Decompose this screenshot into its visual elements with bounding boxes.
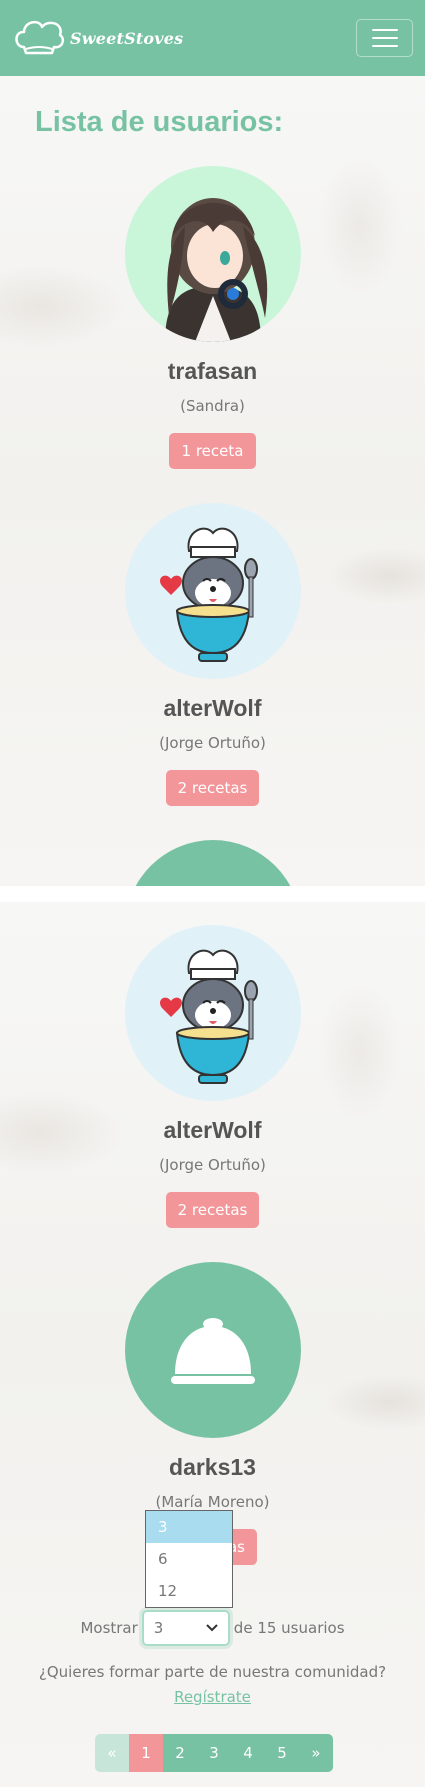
dropdown-option[interactable]: 12	[146, 1575, 232, 1607]
chevron-down-icon	[206, 1624, 218, 1632]
username: alterWolf	[163, 1117, 262, 1143]
page-size-selected: 3	[153, 1619, 164, 1637]
pagination-page-4[interactable]: 4	[231, 1734, 265, 1772]
real-name: (Jorge Ortuño)	[159, 734, 266, 752]
user-card: alterWolf (Jorge Ortuño) 2 recetas	[0, 925, 425, 1228]
page-size-row: Mostrar 3 de 15 usuarios	[0, 1610, 425, 1646]
navbar: SweetStoves	[0, 0, 425, 76]
dropdown-option[interactable]: 6	[146, 1543, 232, 1575]
user-card: alterWolf (Jorge Ortuño) 2 recetas	[0, 503, 425, 806]
hamburger-icon-line	[371, 45, 398, 47]
food-cloche-icon	[170, 1318, 255, 1384]
username: trafasan	[167, 358, 258, 384]
pagination-next-button[interactable]: »	[299, 1734, 333, 1772]
pagination-page-3[interactable]: 3	[197, 1734, 231, 1772]
avatar[interactable]	[124, 1262, 301, 1438]
hamburger-icon-line	[371, 29, 398, 31]
dropdown-option[interactable]: 3	[146, 1511, 232, 1543]
avatar[interactable]	[124, 166, 301, 342]
recipes-button[interactable]: 1 receta	[169, 433, 256, 469]
brand-logo[interactable]: SweetStoves	[12, 17, 183, 59]
avatar-partial	[125, 840, 301, 886]
user-card: trafasan (Sandra) 1 receta	[0, 166, 425, 469]
pagination-prev-button[interactable]: «	[95, 1734, 129, 1772]
anime-girl-avatar-icon	[164, 198, 267, 342]
real-name: (Sandra)	[180, 397, 245, 415]
page-size-label: Mostrar	[80, 1619, 138, 1637]
avatar[interactable]	[124, 503, 301, 679]
pagination: « 1 2 3 4 5 »	[95, 1734, 333, 1772]
avatar[interactable]	[124, 925, 301, 1101]
real-name: (Jorge Ortuño)	[159, 1156, 266, 1174]
screenshot-divider	[0, 886, 425, 902]
recipes-button[interactable]: 2 recetas	[165, 1192, 260, 1228]
chef-hat-icon	[15, 20, 65, 55]
pagination-page-1[interactable]: 1	[129, 1734, 163, 1772]
username: alterWolf	[163, 695, 262, 721]
page-size-dropdown: 3 6 12	[145, 1510, 233, 1608]
navbar-toggler-button[interactable]	[356, 19, 413, 57]
page-size-select[interactable]: 3	[141, 1610, 230, 1646]
brand-name: SweetStoves	[70, 28, 184, 48]
page-size-suffix: de 15 usuarios	[233, 1619, 345, 1637]
pagination-page-2[interactable]: 2	[163, 1734, 197, 1772]
join-prompt: ¿Quieres formar parte de nuestra comunid…	[38, 1663, 387, 1681]
recipes-button[interactable]: 2 recetas	[165, 770, 260, 806]
wolf-chef-avatar-icon	[159, 527, 258, 662]
page-title: Lista de usuarios:	[35, 106, 284, 138]
wolf-chef-avatar-icon	[159, 949, 258, 1084]
username: darks13	[169, 1454, 256, 1480]
pagination-page-5[interactable]: 5	[265, 1734, 299, 1772]
register-link[interactable]: Regístrate	[0, 1688, 425, 1706]
real-name: (María Moreno)	[155, 1493, 270, 1511]
hamburger-icon-line	[371, 37, 398, 39]
